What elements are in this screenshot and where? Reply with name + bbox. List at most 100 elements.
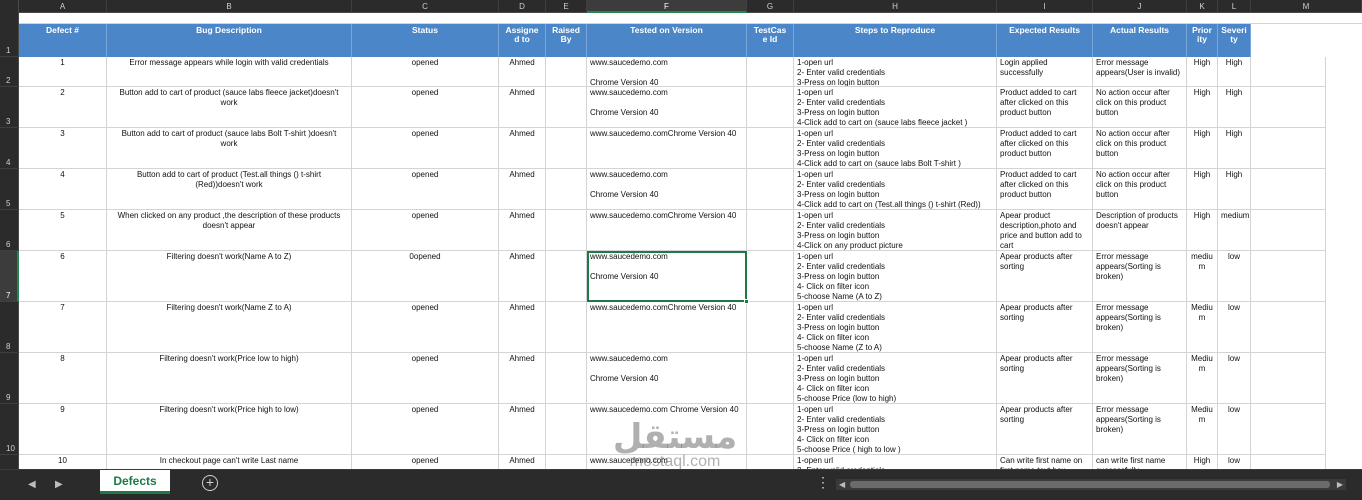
row-header-5[interactable]: 5: [0, 169, 19, 210]
cell-version[interactable]: www.saucedemo.com Chrome Version 40: [587, 87, 747, 128]
cell-severity[interactable]: low: [1218, 455, 1251, 469]
cell-severity[interactable]: low: [1218, 353, 1251, 404]
cell-expected[interactable]: Can write first name on first name text …: [997, 455, 1093, 469]
cell-expected[interactable]: Apear products after sorting: [997, 404, 1093, 455]
cell-actual[interactable]: Error message appears(Sorting is broken): [1093, 353, 1187, 404]
cell-defect[interactable]: 5: [19, 210, 107, 251]
cell-empty[interactable]: [1251, 353, 1326, 404]
column-header-k[interactable]: K: [1187, 0, 1218, 13]
spreadsheet-grid[interactable]: ABCDEFGHIJKLM 1234567891011 Defect #Bug …: [0, 0, 1362, 469]
header-defect[interactable]: Defect #: [19, 24, 107, 57]
cell-priority[interactable]: High: [1187, 169, 1218, 210]
cell-actual[interactable]: No action occur after click on this prod…: [1093, 128, 1187, 169]
cell-version[interactable]: www.saucedemo.comChrome Version 40: [587, 128, 747, 169]
cell-actual[interactable]: Error message appears(Sorting is broken): [1093, 302, 1187, 353]
row-header-4[interactable]: 4: [0, 128, 19, 169]
header-testcase[interactable]: TestCas e Id: [747, 24, 794, 57]
header-bug[interactable]: Bug Description: [107, 24, 352, 57]
select-all-corner[interactable]: [0, 0, 19, 13]
header-version[interactable]: Tested on Version: [587, 24, 747, 57]
cell-defect[interactable]: 7: [19, 302, 107, 353]
cell-status[interactable]: opened: [352, 210, 499, 251]
cell-bug[interactable]: Filtering doesn't work(Price high to low…: [107, 404, 352, 455]
cell-testcase[interactable]: [747, 128, 794, 169]
cell-priority[interactable]: High: [1187, 87, 1218, 128]
cell-severity[interactable]: low: [1218, 302, 1251, 353]
cell-status[interactable]: opened: [352, 404, 499, 455]
add-sheet-icon[interactable]: +: [202, 475, 218, 491]
cell-defect[interactable]: 6: [19, 251, 107, 302]
scrollbar-thumb[interactable]: [850, 481, 1330, 488]
cell-severity[interactable]: low: [1218, 404, 1251, 455]
cell-testcase[interactable]: [747, 87, 794, 128]
cell-priority[interactable]: Mediu m: [1187, 353, 1218, 404]
cell-assigned[interactable]: Ahmed: [499, 87, 546, 128]
cell-bug[interactable]: Button add to cart of product (Test.all …: [107, 169, 352, 210]
cell-status[interactable]: opened: [352, 302, 499, 353]
cell-steps[interactable]: 1-open url 2- Enter valid credentials 3-…: [794, 128, 997, 169]
cell-raised[interactable]: [546, 455, 587, 469]
cell-empty[interactable]: [1251, 128, 1326, 169]
cell-expected[interactable]: Apear product description,photo and pric…: [997, 210, 1093, 251]
cell-testcase[interactable]: [747, 455, 794, 469]
column-header-e[interactable]: E: [546, 0, 587, 13]
cell-assigned[interactable]: Ahmed: [499, 251, 546, 302]
cell-severity[interactable]: High: [1218, 128, 1251, 169]
cell-bug[interactable]: In checkout page can't write Last name: [107, 455, 352, 469]
cell-status[interactable]: opened: [352, 353, 499, 404]
cell-bug[interactable]: Filtering doesn't work(Name A to Z): [107, 251, 352, 302]
cell-actual[interactable]: Description of products doesn't appear: [1093, 210, 1187, 251]
cells-area[interactable]: Defect # Bug Description Status Assigne d t…: [19, 13, 1362, 469]
cell-actual[interactable]: Error message appears(User is invalid): [1093, 57, 1187, 87]
cell-empty[interactable]: [1251, 251, 1326, 302]
cell-bug[interactable]: Button add to cart of product (sauce lab…: [107, 87, 352, 128]
sheet-tab-defects[interactable]: Defects: [100, 470, 170, 494]
header-raised[interactable]: Raised By: [546, 24, 587, 57]
cell-bug[interactable]: Button add to cart of product (sauce lab…: [107, 128, 352, 169]
cell-status[interactable]: opened: [352, 57, 499, 87]
header-severity[interactable]: Severi ty: [1218, 24, 1251, 57]
scroll-right-icon[interactable]: ▶: [1337, 479, 1343, 490]
cell-expected[interactable]: Apear products after sorting: [997, 251, 1093, 302]
column-header-i[interactable]: I: [997, 0, 1093, 13]
cell-expected[interactable]: Apear products after sorting: [997, 302, 1093, 353]
cell-version[interactable]: www.saucedemo.comChrome Version 40: [587, 210, 747, 251]
cell-raised[interactable]: [546, 353, 587, 404]
cell-actual[interactable]: No action occur after click on this prod…: [1093, 87, 1187, 128]
cell-expected[interactable]: Product added to cart after clicked on t…: [997, 128, 1093, 169]
horizontal-scrollbar[interactable]: ◀ ▶: [836, 479, 1346, 490]
cell-raised[interactable]: [546, 210, 587, 251]
cell-testcase[interactable]: [747, 302, 794, 353]
row-header-10[interactable]: 10: [0, 404, 19, 455]
cell-bug[interactable]: Error message appears while login with v…: [107, 57, 352, 87]
scroll-left-icon[interactable]: ◀: [839, 479, 845, 490]
row-header-8[interactable]: 8: [0, 302, 19, 353]
column-header-j[interactable]: J: [1093, 0, 1187, 13]
cell-expected[interactable]: Product added to cart after clicked on t…: [997, 169, 1093, 210]
cell-assigned[interactable]: Ahmed: [499, 169, 546, 210]
cell-assigned[interactable]: Ahmed: [499, 353, 546, 404]
cell-steps[interactable]: 1-open url 2- Enter valid credentials 3-…: [794, 404, 997, 455]
cell-steps[interactable]: 1-open url 2- Enter valid credentials 3-…: [794, 57, 997, 87]
cell-status[interactable]: opened: [352, 128, 499, 169]
cell-version[interactable]: www.saucedemo.com Chrome Version 40: [587, 169, 747, 210]
cell-assigned[interactable]: Ahmed: [499, 455, 546, 469]
header-actual[interactable]: Actual Results: [1093, 24, 1187, 57]
cell-priority[interactable]: High: [1187, 455, 1218, 469]
cell-raised[interactable]: [546, 404, 587, 455]
row-header-2[interactable]: 2: [0, 57, 19, 87]
cell-priority[interactable]: High: [1187, 210, 1218, 251]
cell-priority[interactable]: High: [1187, 57, 1218, 87]
more-options-icon[interactable]: ⋮: [816, 475, 830, 489]
cell-severity[interactable]: low: [1218, 251, 1251, 302]
cell-assigned[interactable]: Ahmed: [499, 404, 546, 455]
cell-actual[interactable]: Error message appears(Sorting is broken): [1093, 404, 1187, 455]
cell-defect[interactable]: 9: [19, 404, 107, 455]
header-assigned[interactable]: Assigne d to: [499, 24, 546, 57]
cell-empty[interactable]: [1251, 210, 1326, 251]
cell-version[interactable]: www.saucedemo.com Chrome Version 40: [587, 251, 747, 302]
cell-steps[interactable]: 1-open url 2- Enter valid credentials 3-…: [794, 87, 997, 128]
column-header-m[interactable]: M: [1251, 0, 1362, 13]
cell-empty[interactable]: [1251, 169, 1326, 210]
cell-testcase[interactable]: [747, 251, 794, 302]
